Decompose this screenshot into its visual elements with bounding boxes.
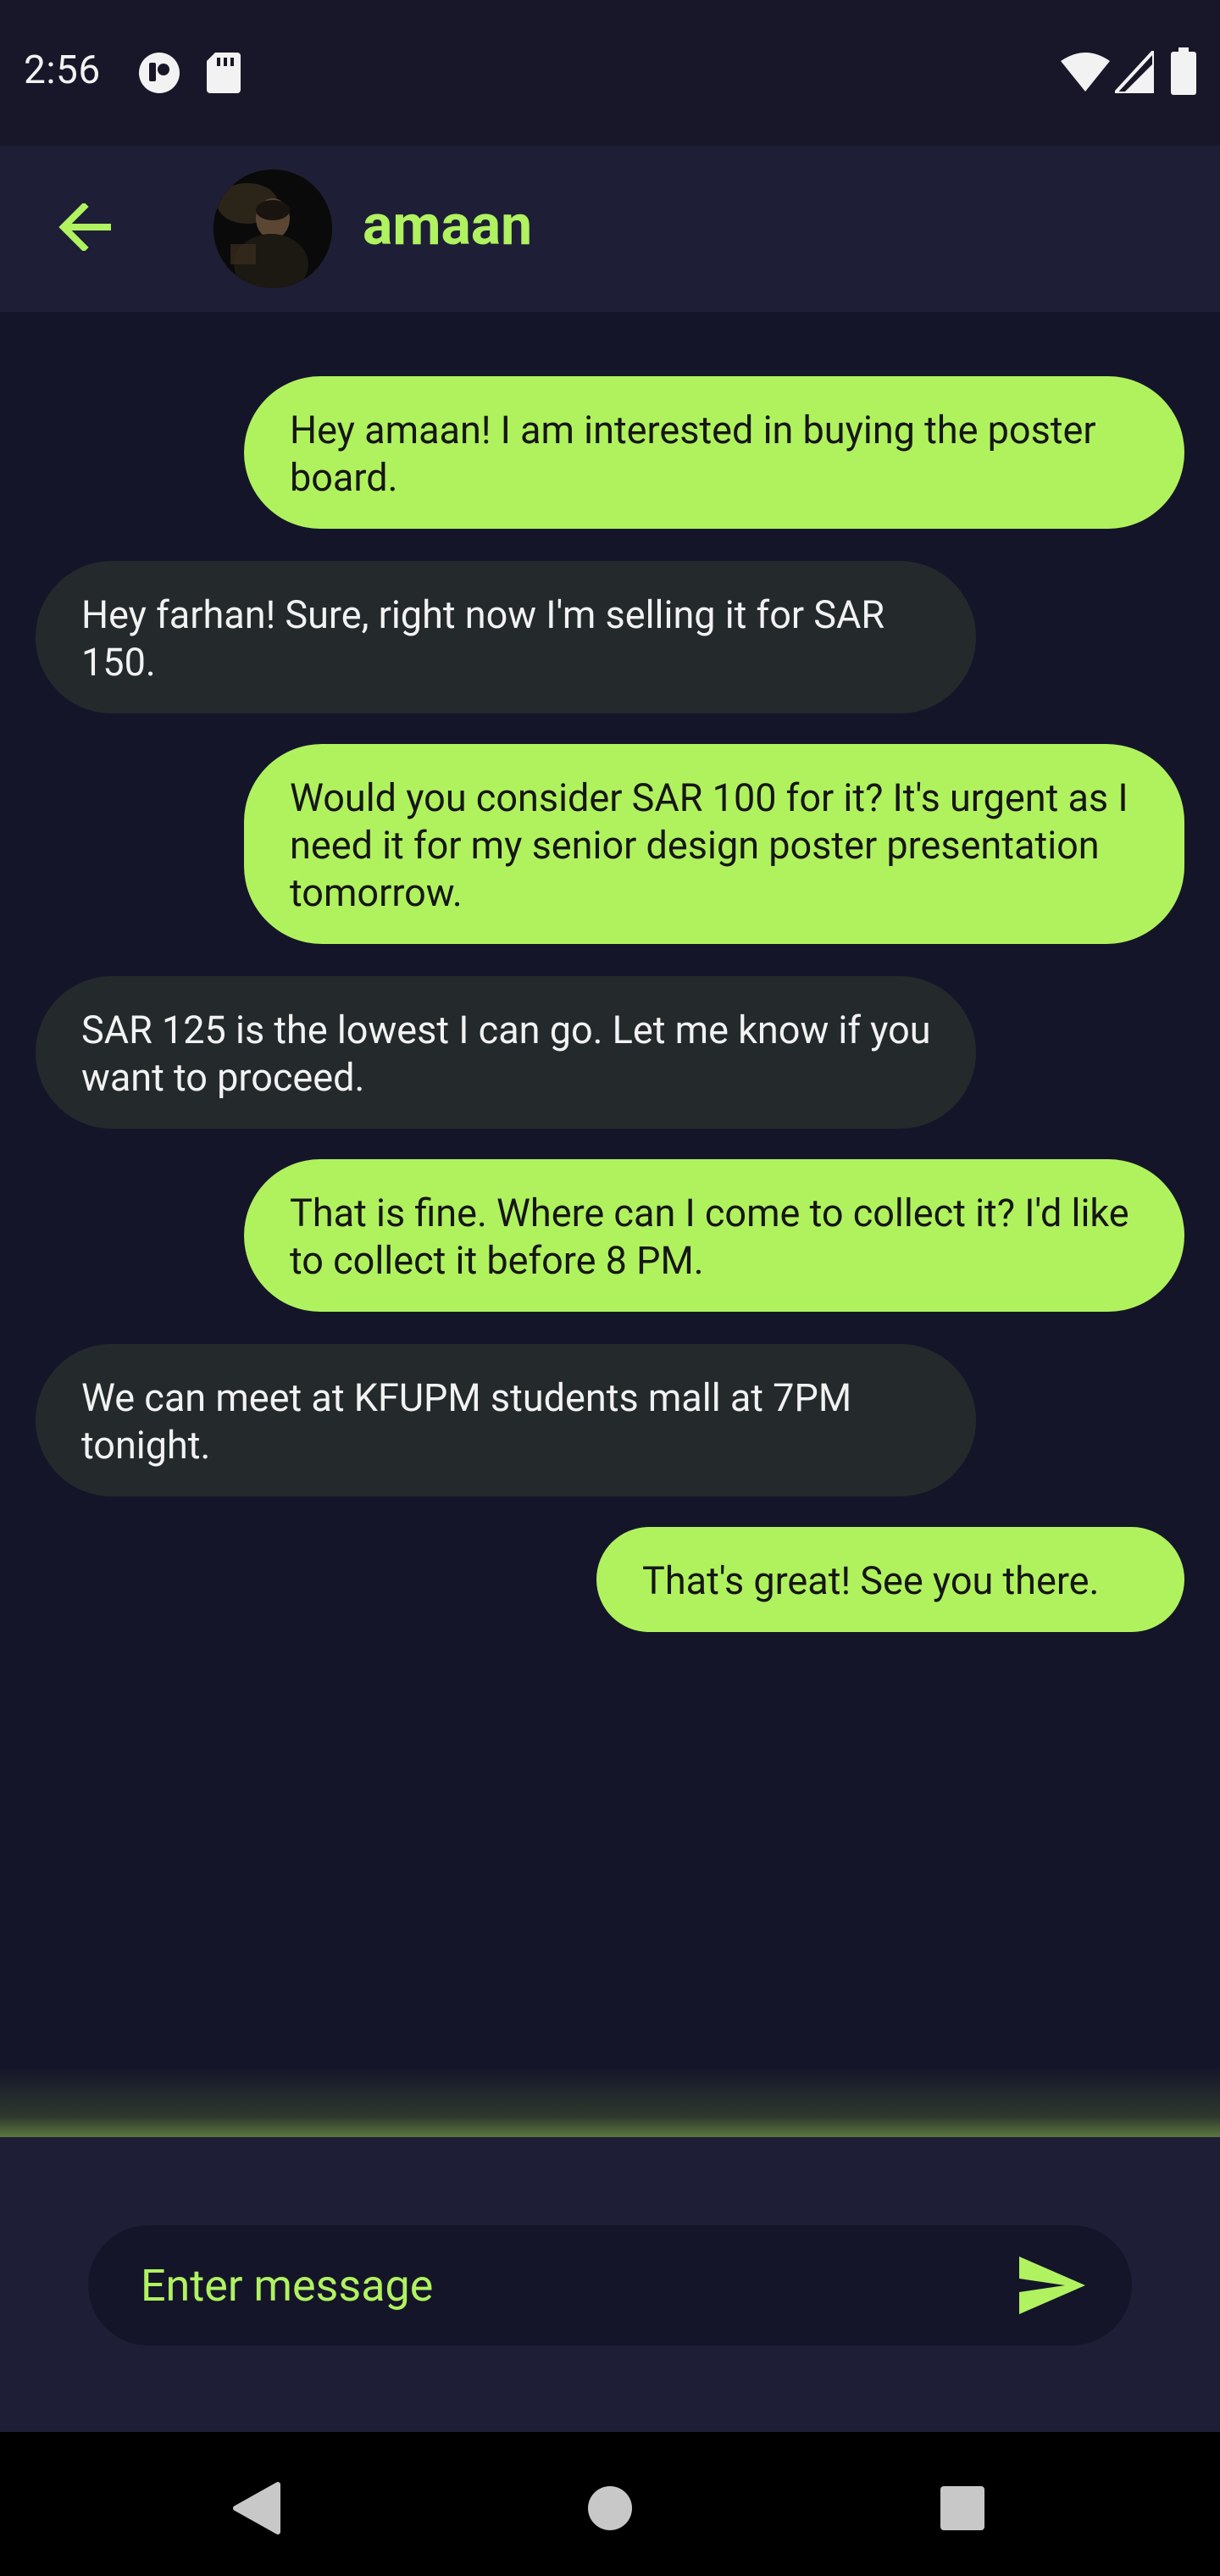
media-app-icon — [139, 53, 180, 93]
app-bar: amaan — [0, 146, 1220, 312]
system-nav-bar — [0, 2432, 1220, 2576]
received-message[interactable]: We can meet at KFUPM students mall at 7P… — [36, 1344, 976, 1496]
avatar[interactable] — [214, 169, 332, 288]
composer-glow — [0, 2068, 1220, 2137]
signal-icon — [1115, 51, 1154, 93]
sent-message[interactable]: Hey amaan! I am interested in buying the… — [244, 376, 1184, 529]
received-message[interactable]: SAR 125 is the lowest I can go. Let me k… — [36, 976, 976, 1129]
sent-message[interactable]: That is fine. Where can I come to collec… — [244, 1159, 1184, 1312]
chat-screen: 2:56 amaan Hey amaan! I am interested in… — [0, 0, 1220, 2576]
nav-back-button[interactable] — [222, 2474, 290, 2542]
nav-home-button[interactable] — [576, 2474, 644, 2542]
status-time: 2:56 — [24, 47, 101, 93]
nav-recents-button[interactable] — [929, 2474, 996, 2542]
sd-card-icon — [207, 53, 241, 93]
message-list[interactable]: Hey amaan! I am interested in buying the… — [0, 312, 1220, 2135]
send-button[interactable] — [1008, 2249, 1096, 2322]
avatar-photo — [214, 169, 332, 288]
triangle-back-icon — [233, 2482, 280, 2534]
contact-name[interactable]: amaan — [363, 193, 532, 258]
received-message[interactable]: Hey farhan! Sure, right now I'm selling … — [36, 561, 976, 713]
back-button[interactable] — [53, 195, 117, 259]
message-input-container — [88, 2225, 1132, 2346]
message-input[interactable] — [141, 2251, 988, 2320]
status-bar: 2:56 — [0, 0, 1220, 146]
circle-home-icon — [588, 2486, 632, 2530]
composer-bar — [0, 2137, 1220, 2432]
send-icon — [1019, 2257, 1085, 2314]
square-recents-icon — [940, 2486, 984, 2530]
sent-message[interactable]: That's great! See you there. — [596, 1527, 1184, 1632]
arrow-back-icon — [58, 203, 111, 251]
battery-icon — [1171, 47, 1196, 95]
sent-message[interactable]: Would you consider SAR 100 for it? It's … — [244, 744, 1184, 944]
wifi-icon — [1061, 53, 1110, 92]
